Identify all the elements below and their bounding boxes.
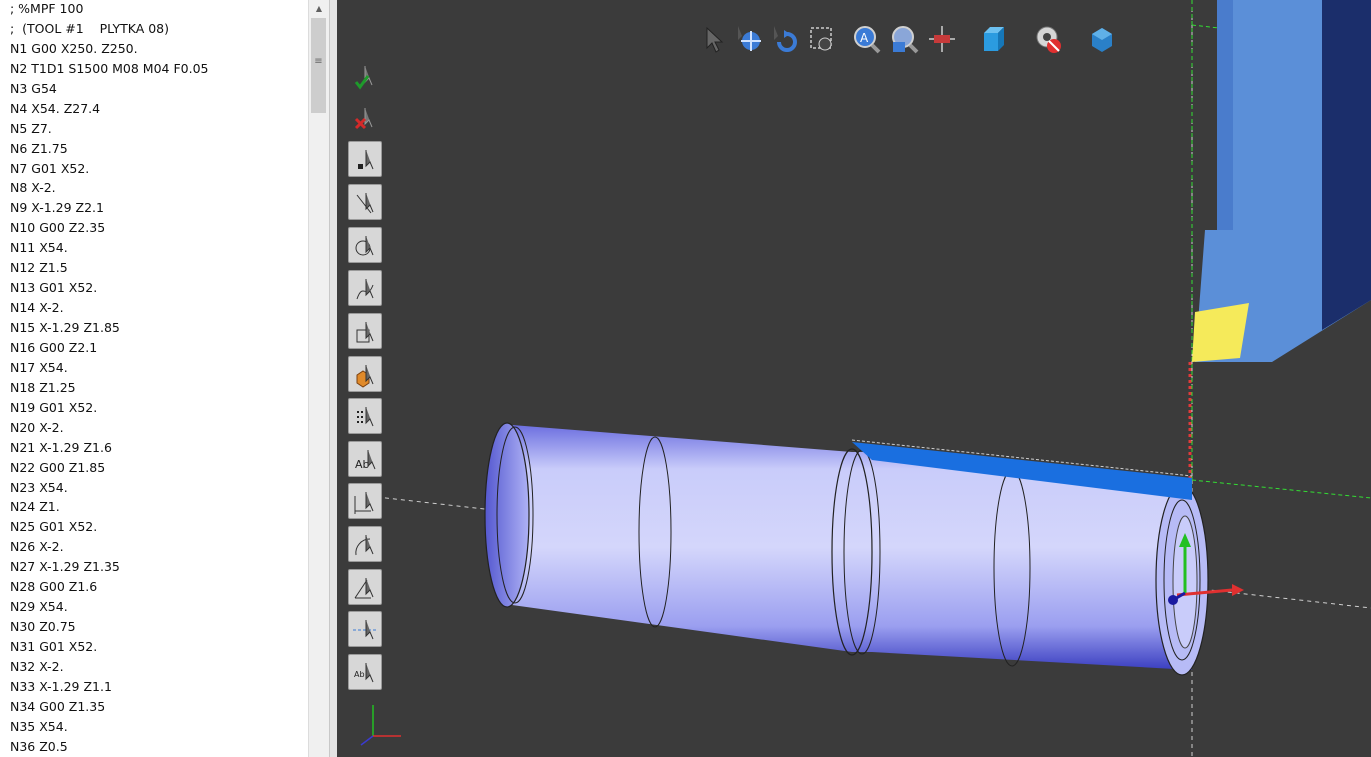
code-line[interactable]: N24 Z1. (10, 497, 209, 517)
accept-check-icon[interactable] (348, 60, 382, 94)
scroll-thumb[interactable]: ≡ (311, 18, 326, 113)
select-circle-icon[interactable] (348, 227, 382, 263)
select-solid-icon[interactable] (348, 356, 382, 392)
tool-holder-side (1322, 0, 1371, 330)
code-line[interactable]: N23 X54. (10, 478, 209, 498)
code-line[interactable]: N34 G00 Z1.35 (10, 697, 209, 717)
code-line[interactable]: N16 G00 Z2.1 (10, 338, 209, 358)
code-line[interactable]: ; (TOOL #1 PLYTKA 08) (10, 19, 209, 39)
code-scrollbar[interactable]: ▲ ≡ (308, 0, 329, 757)
select-curve-icon[interactable] (348, 270, 382, 306)
grid-crosshair-icon[interactable] (927, 22, 957, 56)
select-axis-icon[interactable] (348, 611, 382, 647)
select-annotation-icon[interactable]: Ab (348, 654, 382, 690)
code-line[interactable]: N14 X-2. (10, 298, 209, 318)
reject-cross-icon[interactable] (348, 102, 382, 136)
code-line[interactable]: N32 X-2. (10, 657, 209, 677)
code-line[interactable]: N10 G00 Z2.35 (10, 218, 209, 238)
code-line[interactable]: N35 X54. (10, 717, 209, 737)
code-line[interactable]: ; %MPF 100 (10, 0, 209, 19)
code-line[interactable]: N4 X54. Z27.4 (10, 99, 209, 119)
code-line[interactable]: N29 X54. (10, 597, 209, 617)
zoom-magnifier-icon[interactable]: A (852, 22, 882, 56)
code-line[interactable]: N18 Z1.25 (10, 378, 209, 398)
visibility-toggle-icon[interactable] (1034, 22, 1064, 56)
code-line[interactable]: N12 Z1.5 (10, 258, 209, 278)
code-line[interactable]: N20 X-2. (10, 418, 209, 438)
select-dimension-icon[interactable] (348, 483, 382, 519)
code-line[interactable]: N5 Z7. (10, 119, 209, 139)
axis-green-lower (1191, 479, 1371, 499)
select-point-icon[interactable] (348, 141, 382, 177)
workpiece-left-end (484, 422, 530, 608)
workpiece-body (512, 425, 1192, 670)
svg-text:Ab: Ab (355, 458, 370, 471)
code-line[interactable]: N11 X54. (10, 238, 209, 258)
cutting-insert (1192, 303, 1249, 362)
code-line[interactable]: N2 T1D1 S1500 M08 M04 F0.05 (10, 59, 209, 79)
code-line[interactable]: N26 X-2. (10, 537, 209, 557)
scroll-up-arrow-icon[interactable]: ▲ (309, 0, 329, 17)
code-line[interactable]: N33 X-1.29 Z1.1 (10, 677, 209, 697)
code-line[interactable]: N27 X-1.29 Z1.35 (10, 557, 209, 577)
select-arrow-icon[interactable] (699, 22, 729, 56)
svg-text:A: A (860, 31, 869, 45)
code-line[interactable]: N1 G00 X250. Z250. (10, 39, 209, 59)
rotate-icon[interactable] (770, 22, 800, 56)
code-line[interactable]: N22 G00 Z1.85 (10, 458, 209, 478)
code-line[interactable]: N21 X-1.29 Z1.6 (10, 438, 209, 458)
nc-code-editor[interactable]: ; %MPF 100; (TOOL #1 PLYTKA 08) N1 G00 X2… (0, 0, 308, 757)
code-line[interactable]: N15 X-1.29 Z1.85 (10, 318, 209, 338)
code-line[interactable]: N13 G01 X52. (10, 278, 209, 298)
select-line-icon[interactable] (348, 184, 382, 220)
code-line[interactable]: N31 G01 X52. (10, 637, 209, 657)
view-orientation-icon[interactable] (1087, 22, 1117, 56)
corner-triad-z (360, 735, 374, 746)
code-line[interactable]: N25 G01 X52. (10, 517, 209, 537)
nc-code-lines: ; %MPF 100; (TOOL #1 PLYTKA 08) N1 G00 X2… (10, 0, 209, 757)
svg-text:Ab: Ab (354, 670, 365, 679)
3d-viewport[interactable]: A Ab Ab (337, 0, 1371, 757)
select-face-icon[interactable] (348, 313, 382, 349)
select-arc-icon[interactable] (348, 526, 382, 562)
pane-splitter[interactable] (329, 0, 337, 757)
code-line[interactable]: N6 Z1.75 (10, 139, 209, 159)
select-text-icon[interactable]: Ab (348, 441, 382, 477)
code-line[interactable]: N17 X54. (10, 358, 209, 378)
code-line[interactable]: N36 Z0.5 (10, 737, 209, 757)
zoom-window-icon[interactable] (807, 22, 837, 56)
code-line[interactable]: N8 X-2. (10, 178, 209, 198)
code-line[interactable]: N9 X-1.29 Z2.1 (10, 198, 209, 218)
code-line[interactable]: N30 Z0.75 (10, 617, 209, 637)
code-line[interactable]: N7 G01 X52. (10, 159, 209, 179)
3d-scene (360, 0, 1371, 757)
code-line[interactable]: N19 G01 X52. (10, 398, 209, 418)
code-line[interactable]: N3 G54 (10, 79, 209, 99)
scroll-grip-icon: ≡ (314, 56, 323, 67)
pan-icon[interactable] (734, 22, 764, 56)
select-points-cloud-icon[interactable] (348, 398, 382, 434)
solid-cube-icon[interactable] (979, 22, 1009, 56)
zoom-fit-icon[interactable] (890, 22, 920, 56)
code-line[interactable]: N28 G00 Z1.6 (10, 577, 209, 597)
select-angle-icon[interactable] (348, 569, 382, 605)
